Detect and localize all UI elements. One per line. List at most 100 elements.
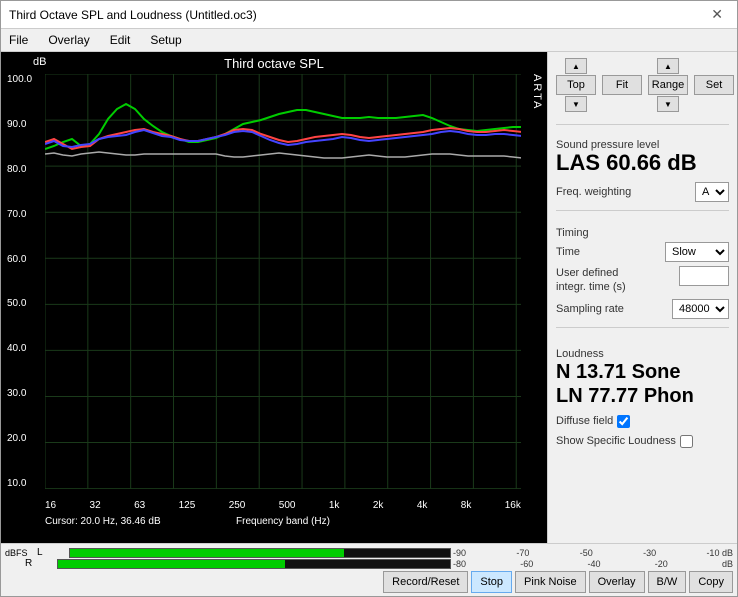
x-tick-32: 32 [90, 500, 101, 511]
x-tick-125: 125 [179, 500, 196, 511]
pink-noise-button[interactable]: Pink Noise [515, 571, 586, 593]
nav-controls: ▲ Top ▼ Fit ▲ Range ▼ Set [556, 58, 729, 112]
level-ticks-l: -90 -70 -50 -30 -10 dB [453, 548, 733, 558]
y-tick-10: 10.0 [7, 478, 32, 489]
freq-weighting-row: Freq. weighting A B C Z [556, 182, 729, 202]
top-down-button[interactable]: ▼ [565, 96, 587, 112]
chart-svg [45, 74, 521, 489]
menu-file[interactable]: File [5, 31, 32, 49]
level-ticks-r: -80 -60 -40 -20 dB [453, 559, 733, 569]
x-axis-label: Frequency band (Hz) [236, 516, 330, 527]
main-content: Third octave SPL dB 100.0 90.0 80.0 70.0… [1, 52, 737, 543]
x-tick-8k: 8k [461, 500, 472, 511]
divider-1 [556, 124, 729, 125]
timing-section-label: Timing [556, 227, 729, 239]
set-nav-group: Set [694, 58, 734, 112]
range-up-button[interactable]: ▲ [657, 58, 679, 74]
diffuse-field-label: Diffuse field [556, 415, 613, 427]
y-tick-60: 60.0 [7, 254, 32, 265]
level-track-r [57, 559, 451, 569]
close-button[interactable]: ✕ [705, 4, 729, 25]
y-tick-50: 50.0 [7, 298, 32, 309]
x-tick-16: 16 [45, 500, 56, 511]
loudness-section-label: Loudness [556, 348, 729, 360]
right-panel: ▲ Top ▼ Fit ▲ Range ▼ Set [547, 52, 737, 543]
y-tick-40: 40.0 [7, 343, 32, 354]
x-tick-4k: 4k [417, 500, 428, 511]
top-up-button[interactable]: ▲ [565, 58, 587, 74]
y-tick-80: 80.0 [7, 164, 32, 175]
chart-area: Third octave SPL dB 100.0 90.0 80.0 70.0… [1, 52, 547, 543]
menu-bar: File Overlay Edit Setup [1, 29, 737, 52]
spl-section: Sound pressure level LAS 60.66 dB [556, 133, 729, 175]
copy-button[interactable]: Copy [689, 571, 733, 593]
sampling-rate-row: Sampling rate 44100 48000 96000 [556, 299, 729, 319]
fit-button[interactable]: Fit [602, 75, 642, 95]
set-button[interactable]: Set [694, 75, 734, 95]
user-defined-input[interactable]: 10 [679, 266, 729, 286]
sampling-rate-select[interactable]: 44100 48000 96000 [672, 299, 729, 319]
level-fill-l [70, 549, 344, 557]
range-down-button[interactable]: ▼ [657, 96, 679, 112]
time-row: Time Fast Slow Custom [556, 242, 729, 262]
arta-label: ARTA [531, 74, 543, 110]
y-tick-90: 90.0 [7, 119, 32, 130]
overlay-button[interactable]: Overlay [589, 571, 645, 593]
y-tick-70: 70.0 [7, 209, 32, 220]
top-nav-group: ▲ Top ▼ [556, 58, 596, 112]
level-fill-r [58, 560, 285, 568]
bottom-buttons: Record/Reset Stop Pink Noise Overlay B/W… [5, 571, 733, 593]
ln-value: LN 77.77 Phon [556, 384, 729, 408]
freq-weighting-select[interactable]: A B C Z [695, 182, 729, 202]
user-defined-label: User defined integr. time (s) [556, 266, 651, 295]
x-tick-250: 250 [229, 500, 246, 511]
time-select[interactable]: Fast Slow Custom [665, 242, 729, 262]
diffuse-field-row: Diffuse field [556, 415, 729, 428]
divider-3 [556, 327, 729, 328]
spl-value: LAS 60.66 dB [556, 151, 729, 175]
loudness-section: Loudness N 13.71 Sone LN 77.77 Phon [556, 342, 729, 408]
range-nav-group: ▲ Range ▼ [648, 58, 688, 112]
level-meter-r: R -80 -60 -40 -20 dB [5, 558, 733, 569]
show-specific-checkbox[interactable] [680, 435, 693, 448]
level-label-r: R [25, 558, 55, 569]
y-tick-20: 20.0 [7, 433, 32, 444]
level-track-l [69, 548, 451, 558]
range-button[interactable]: Range [648, 75, 688, 95]
menu-setup[interactable]: Setup [146, 31, 185, 49]
level-label-dbfs: dBFS [5, 548, 35, 558]
freq-weighting-label: Freq. weighting [556, 186, 631, 198]
x-tick-16k: 16k [505, 500, 521, 511]
time-label: Time [556, 246, 580, 258]
y-tick-100: 100.0 [7, 74, 32, 85]
bw-button[interactable]: B/W [648, 571, 687, 593]
level-label-l: L [37, 547, 67, 558]
y-axis: 100.0 90.0 80.0 70.0 60.0 50.0 40.0 30.0… [7, 74, 32, 489]
stop-button[interactable]: Stop [471, 571, 512, 593]
menu-overlay[interactable]: Overlay [44, 31, 93, 49]
x-tick-2k: 2k [373, 500, 384, 511]
record-reset-button[interactable]: Record/Reset [383, 571, 468, 593]
timing-section: Timing Time Fast Slow Custom User define… [556, 221, 729, 319]
title-bar: Third Octave SPL and Loudness (Untitled.… [1, 1, 737, 29]
fit-nav-group: Fit [602, 58, 642, 112]
n-value: N 13.71 Sone [556, 360, 729, 384]
menu-edit[interactable]: Edit [106, 31, 135, 49]
level-meter-l: dBFS L -90 -70 -50 -30 -10 dB [5, 547, 733, 558]
user-defined-row: User defined integr. time (s) 10 [556, 266, 729, 295]
window-title: Third Octave SPL and Loudness (Untitled.… [9, 8, 257, 22]
main-window: Third Octave SPL and Loudness (Untitled.… [0, 0, 738, 597]
show-specific-label: Show Specific Loudness [556, 435, 676, 447]
y-tick-30: 30.0 [7, 388, 32, 399]
x-axis: 16 32 63 125 250 500 1k 2k 4k 8k 16k [45, 500, 521, 511]
show-specific-row: Show Specific Loudness [556, 435, 729, 448]
diffuse-field-checkbox[interactable] [617, 415, 630, 428]
bottom-bar: dBFS L -90 -70 -50 -30 -10 dB R -80 -60 … [1, 543, 737, 596]
divider-2 [556, 210, 729, 211]
cursor-info: Cursor: 20.0 Hz, 36.46 dB [45, 516, 161, 527]
top-button[interactable]: Top [556, 75, 596, 95]
x-tick-63: 63 [134, 500, 145, 511]
chart-title: Third octave SPL [1, 52, 547, 73]
x-tick-1k: 1k [329, 500, 340, 511]
x-tick-500: 500 [279, 500, 296, 511]
